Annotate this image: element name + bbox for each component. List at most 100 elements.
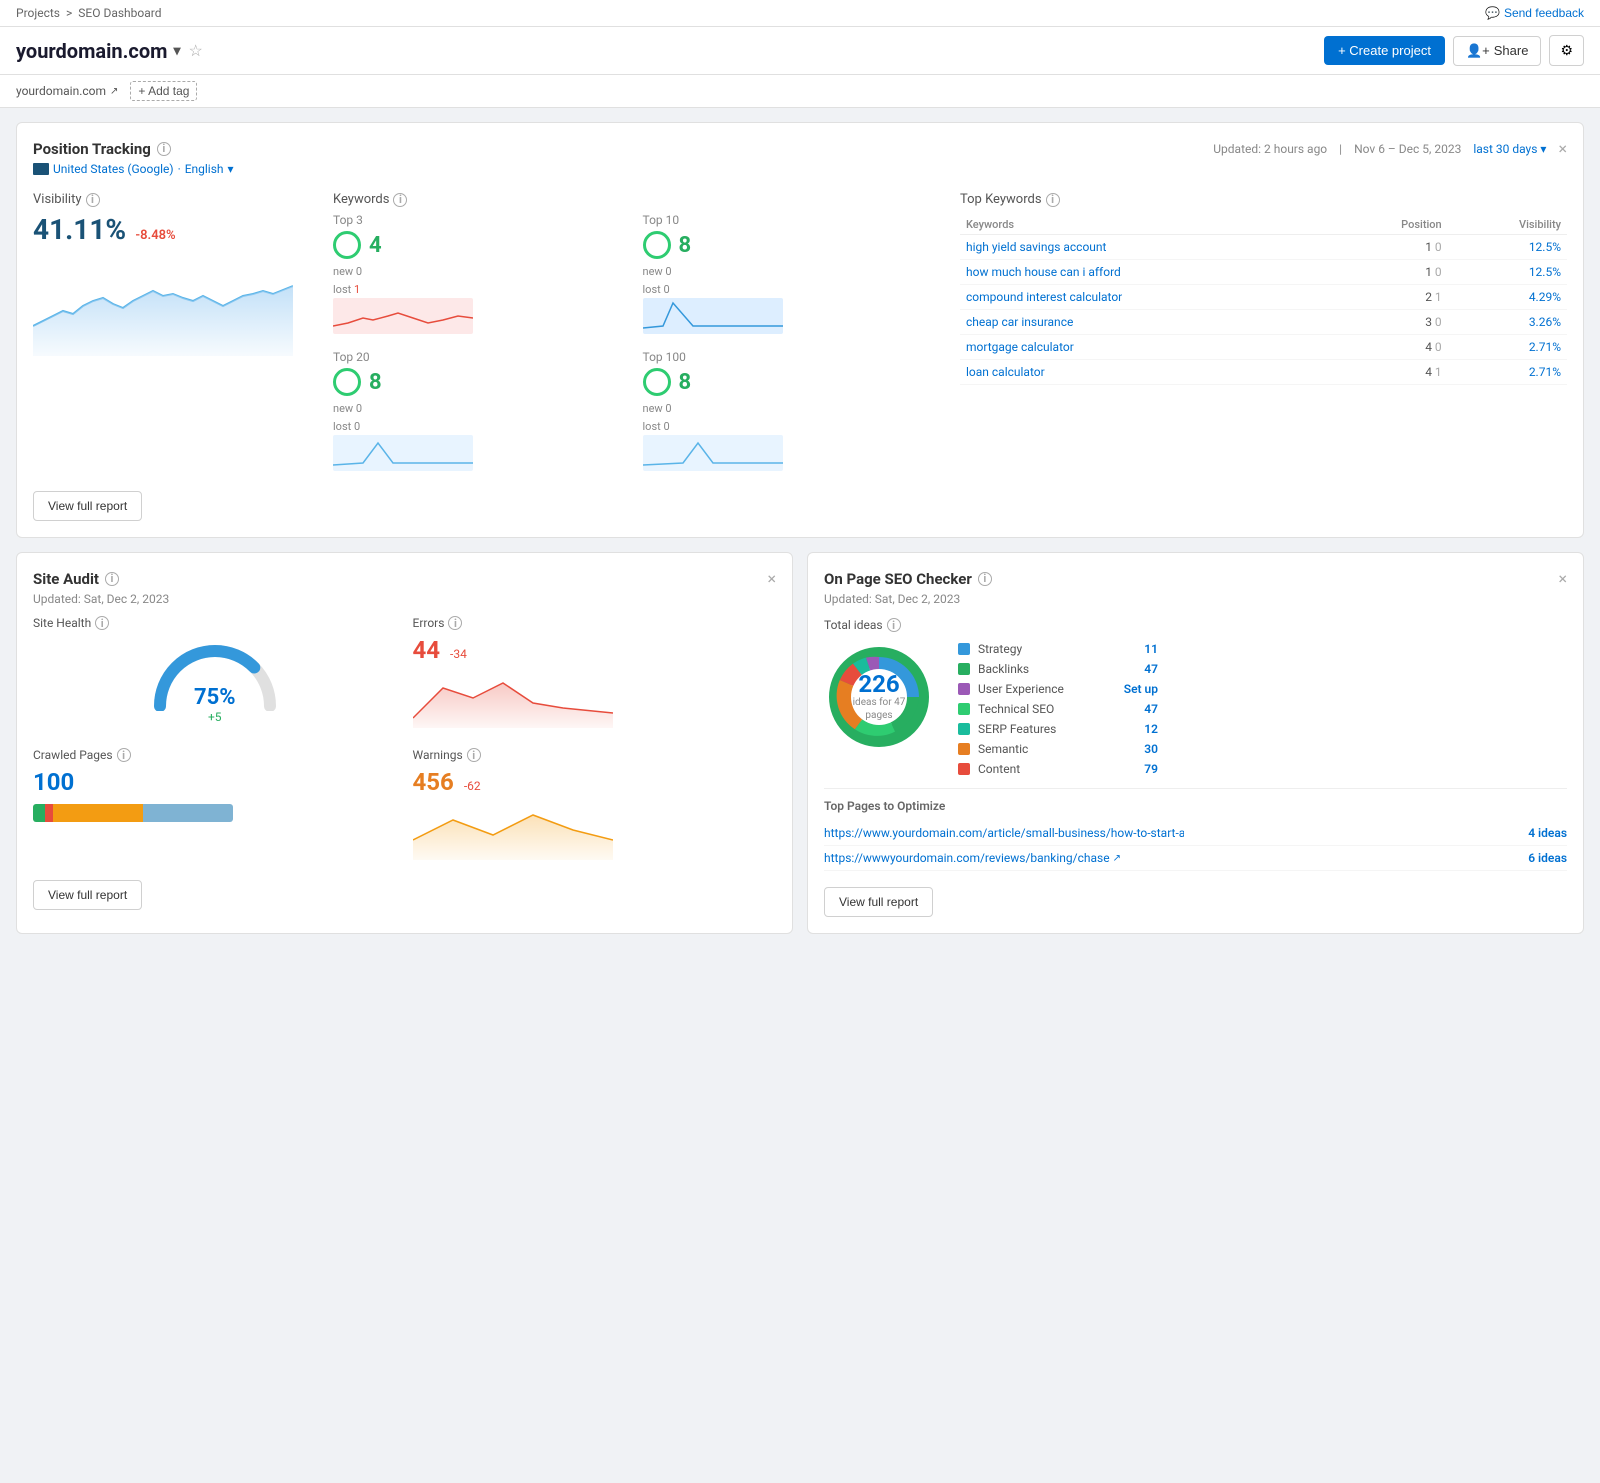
list-item: https://www.yourdomain.com/article/small… [824, 821, 1567, 846]
chat-icon: 💬 [1485, 6, 1500, 20]
keyword-position: 3 0 [1332, 310, 1448, 335]
keyword-link[interactable]: compound interest calculator [960, 285, 1332, 310]
legend-value[interactable]: 47 [1144, 662, 1158, 676]
pt-close-icon[interactable]: × [1558, 139, 1567, 158]
legend-value[interactable]: Set up [1124, 682, 1158, 696]
legend-value[interactable]: 30 [1144, 742, 1158, 756]
legend-dot [958, 643, 970, 655]
keyword-link[interactable]: cheap car insurance [960, 310, 1332, 335]
pt-date-range: Nov 6 – Dec 5, 2023 [1354, 142, 1461, 156]
keyword-link[interactable]: mortgage calculator [960, 335, 1332, 360]
site-health-label: Site Health i [33, 616, 397, 630]
top-keywords-label: Top Keywords i [960, 192, 1567, 207]
keyword-link[interactable]: how much house can i afford [960, 260, 1332, 285]
kw-top100-value-row: 8 [643, 368, 941, 396]
top-keywords-section: Top Keywords i Keywords Position Visibil… [960, 192, 1567, 475]
table-row: how much house can i afford 1 0 12.5% [960, 260, 1567, 285]
share-button[interactable]: 👤+ Share [1453, 36, 1541, 66]
kw-top100-sparkline [643, 435, 783, 471]
legend-value[interactable]: 47 [1144, 702, 1158, 716]
sa-updated: Updated: Sat, Dec 2, 2023 [33, 592, 776, 606]
sa-card-header: Site Audit i × [33, 569, 776, 588]
pt-location[interactable]: United States (Google) · English ▾ [33, 162, 1567, 176]
page-ideas-count[interactable]: 6 ideas [1528, 851, 1567, 865]
site-health-info-icon[interactable]: i [95, 616, 109, 630]
pages-bar-orange [53, 804, 143, 822]
legend-value[interactable]: 11 [1144, 642, 1158, 656]
pt-grid: Visibility i 41.11% -8.48% [33, 192, 1567, 475]
legend-dot [958, 663, 970, 675]
keywords-grid: Top 3 4 new 0 lost 1 [333, 213, 940, 475]
total-ideas-label: Total ideas i [824, 618, 1567, 632]
legend-dot [958, 743, 970, 755]
main-content: Position Tracking i Updated: 2 hours ago… [0, 108, 1600, 962]
kw-top100: Top 100 8 new 0 lost 0 [643, 350, 941, 475]
op-legend: Strategy 11 Backlinks 47 User Experience… [958, 642, 1158, 776]
pt-title: Position Tracking i [33, 140, 171, 158]
domain-bar: yourdomain.com ▾ ☆ + Create project 👤+ S… [0, 27, 1600, 75]
keyword-link[interactable]: loan calculator [960, 360, 1332, 385]
top-keywords-info-icon[interactable]: i [1046, 193, 1060, 207]
keyword-position: 4 1 [1332, 360, 1448, 385]
table-row: cheap car insurance 3 0 3.26% [960, 310, 1567, 335]
op-view-report-button[interactable]: View full report [824, 887, 933, 917]
crawled-info-icon[interactable]: i [117, 748, 131, 762]
bottom-row: Site Audit i × Updated: Sat, Dec 2, 2023… [16, 552, 1584, 948]
page-url-link[interactable]: https://www.yourdomain.com/article/small… [824, 826, 1184, 840]
keyword-visibility: 12.5% [1448, 235, 1567, 260]
legend-dot [958, 723, 970, 735]
op-updated: Updated: Sat, Dec 2, 2023 [824, 592, 1567, 606]
favorite-icon[interactable]: ☆ [189, 41, 203, 60]
legend-label: Semantic [978, 742, 1136, 756]
keyword-visibility: 12.5% [1448, 260, 1567, 285]
create-project-button[interactable]: + Create project [1324, 36, 1445, 65]
total-ideas-info-icon[interactable]: i [887, 618, 901, 632]
warnings-value: 456 [413, 768, 454, 796]
warnings-info-icon[interactable]: i [467, 748, 481, 762]
sa-info-icon[interactable]: i [105, 572, 119, 586]
site-health-value: 75% [194, 685, 236, 710]
legend-dot [958, 703, 970, 715]
breadcrumb-projects[interactable]: Projects [16, 6, 60, 20]
op-close-icon[interactable]: × [1558, 569, 1567, 588]
keyword-link[interactable]: high yield savings account [960, 235, 1332, 260]
domain-left: yourdomain.com ▾ ☆ [16, 39, 203, 63]
position-tracking-card: Position Tracking i Updated: 2 hours ago… [16, 122, 1584, 538]
domain-selector[interactable]: yourdomain.com ▾ [16, 39, 181, 63]
legend-value[interactable]: 79 [1144, 762, 1158, 776]
pt-period-selector[interactable]: last 30 days ▾ [1473, 142, 1546, 156]
legend-value[interactable]: 12 [1144, 722, 1158, 736]
sa-close-icon[interactable]: × [767, 569, 776, 588]
op-info-icon[interactable]: i [978, 572, 992, 586]
errors-info-icon[interactable]: i [448, 616, 462, 630]
pt-header-right: Updated: 2 hours ago | Nov 6 – Dec 5, 20… [1213, 139, 1567, 158]
page-url-link[interactable]: https://wwwyourdomain.com/reviews/bankin… [824, 851, 1121, 865]
pt-view-report-button[interactable]: View full report [33, 491, 142, 521]
kw-top20-label: Top 20 [333, 350, 631, 364]
warnings-sparkline [413, 800, 613, 860]
add-tag-button[interactable]: + Add tag [130, 81, 197, 101]
op-pages-list: https://www.yourdomain.com/article/small… [824, 821, 1567, 871]
sa-view-report-button[interactable]: View full report [33, 880, 142, 910]
top-bar: Projects > SEO Dashboard 💬 Send feedback [0, 0, 1600, 27]
settings-button[interactable]: ⚙ [1549, 35, 1584, 66]
send-feedback-button[interactable]: 💬 Send feedback [1485, 6, 1584, 20]
kw-top10-circle [643, 231, 671, 259]
domain-actions: + Create project 👤+ Share ⚙ [1324, 35, 1584, 66]
errors-metric: Errors i 44 -34 [413, 616, 777, 732]
keywords-info-icon[interactable]: i [393, 193, 407, 207]
sa-metrics: Site Health i 75% +5 [33, 616, 776, 864]
page-ideas-count[interactable]: 4 ideas [1528, 826, 1567, 840]
pages-bar-green [33, 804, 45, 822]
domain-link[interactable]: yourdomain.com ↗ [16, 84, 118, 98]
legend-label: Technical SEO [978, 702, 1136, 716]
pt-info-icon[interactable]: i [157, 142, 171, 156]
op-ideas-section: 226 ideas for 47 pages Strategy 11 Backl… [824, 642, 1567, 776]
kw-top10-num: 8 [679, 233, 692, 258]
kw-top10-value-row: 8 [643, 231, 941, 259]
table-row: loan calculator 4 1 2.71% [960, 360, 1567, 385]
external-link-icon: ↗ [110, 86, 118, 97]
donut-center-num: 226 [852, 672, 907, 696]
visibility-info-icon[interactable]: i [86, 193, 100, 207]
share-icon: 👤+ [1466, 43, 1490, 59]
